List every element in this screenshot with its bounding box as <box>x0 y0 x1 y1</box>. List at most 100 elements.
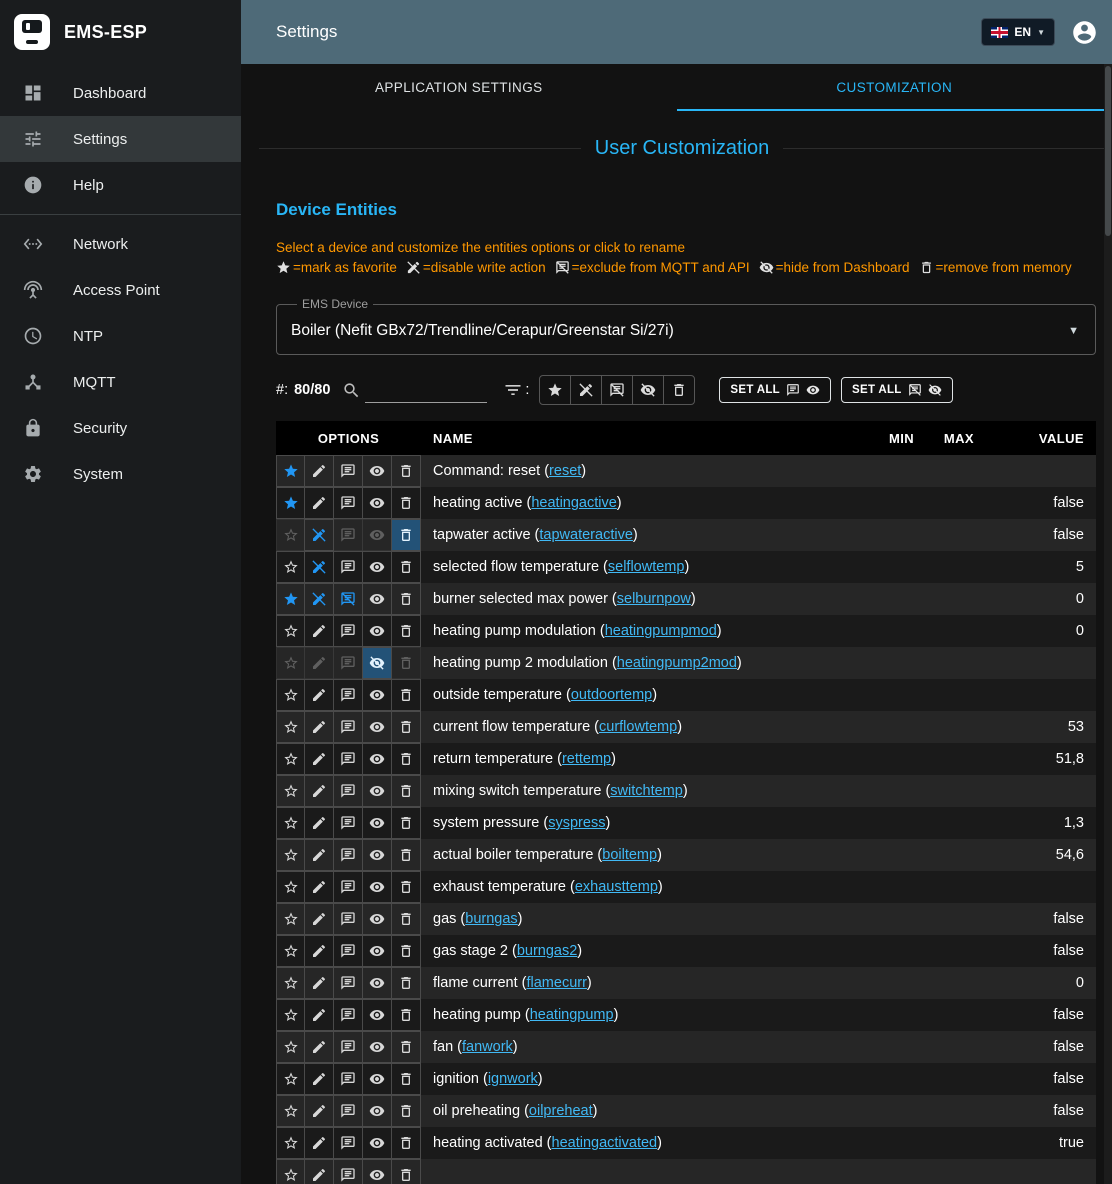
remove-toggle[interactable] <box>391 1031 421 1063</box>
favorite-toggle[interactable] <box>276 807 305 839</box>
mqtt-exclude-toggle[interactable] <box>333 807 363 839</box>
hide-toggle[interactable] <box>362 1063 392 1095</box>
entity-tag-link[interactable]: ignwork <box>488 1071 538 1087</box>
write-disable-toggle[interactable] <box>304 615 334 647</box>
favorite-toggle[interactable] <box>276 519 305 551</box>
hide-toggle[interactable] <box>362 903 392 935</box>
hide-toggle[interactable] <box>362 967 392 999</box>
sidebar-item-ntp[interactable]: NTP <box>0 313 241 359</box>
remove-toggle[interactable] <box>391 679 421 711</box>
entity-tag-link[interactable]: tapwateractive <box>539 527 633 543</box>
entity-name[interactable]: selected flow temperature (selflowtemp) <box>421 551 854 583</box>
entity-name[interactable]: gas (burngas) <box>421 903 854 935</box>
entity-name[interactable]: burner selected max power (selburnpow) <box>421 583 854 615</box>
sidebar-item-security[interactable]: Security <box>0 405 241 451</box>
remove-toggle[interactable] <box>391 551 421 583</box>
hide-toggle[interactable] <box>362 999 392 1031</box>
sidebar-item-dashboard[interactable]: Dashboard <box>0 70 241 116</box>
entity-name[interactable]: return temperature (rettemp) <box>421 743 854 775</box>
user-avatar-icon[interactable] <box>1071 19 1098 46</box>
sidebar-item-network[interactable]: Network <box>0 221 241 267</box>
entity-name[interactable]: current flow temperature (curflowtemp) <box>421 711 854 743</box>
entity-name[interactable]: outside temperature (outdoortemp) <box>421 679 854 711</box>
write-disable-toggle[interactable] <box>304 967 334 999</box>
entity-tag-link[interactable]: heatingactive <box>531 495 616 511</box>
remove-toggle[interactable] <box>391 615 421 647</box>
hide-toggle[interactable] <box>362 1031 392 1063</box>
favorite-toggle[interactable] <box>276 455 305 487</box>
mqtt-exclude-toggle[interactable] <box>333 615 363 647</box>
favorite-toggle[interactable] <box>276 679 305 711</box>
write-disable-toggle[interactable] <box>304 647 334 679</box>
entity-name[interactable]: tapwater active (tapwateractive) <box>421 519 854 551</box>
mqtt-exclude-toggle[interactable] <box>333 583 363 615</box>
hide-toggle[interactable] <box>362 583 392 615</box>
mqtt-exclude-toggle[interactable] <box>333 679 363 711</box>
favorite-toggle[interactable] <box>276 1031 305 1063</box>
entity-tag-link[interactable]: exhausttemp <box>575 879 658 895</box>
mqtt-exclude-toggle[interactable] <box>333 1095 363 1127</box>
mqtt-exclude-toggle[interactable] <box>333 839 363 871</box>
write-disable-toggle[interactable] <box>304 1095 334 1127</box>
write-disable-toggle[interactable] <box>304 871 334 903</box>
hide-toggle[interactable] <box>362 551 392 583</box>
set-all-button-2[interactable]: SET ALL <box>841 377 953 403</box>
mqtt-exclude-toggle[interactable] <box>333 967 363 999</box>
mqtt-exclude-toggle[interactable] <box>333 903 363 935</box>
write-disable-toggle[interactable] <box>304 551 334 583</box>
sidebar-item-help[interactable]: Help <box>0 162 241 208</box>
entity-tag-link[interactable]: heatingpumpmod <box>605 623 717 639</box>
remove-toggle[interactable] <box>391 1095 421 1127</box>
mqtt-exclude-toggle[interactable] <box>333 519 363 551</box>
write-disable-toggle[interactable] <box>304 487 334 519</box>
favorite-toggle[interactable] <box>276 1127 305 1159</box>
mqtt-exclude-toggle[interactable] <box>333 1127 363 1159</box>
filter-edit-off-button[interactable] <box>570 375 602 405</box>
favorite-toggle[interactable] <box>276 967 305 999</box>
mqtt-exclude-toggle[interactable] <box>333 871 363 903</box>
entity-tag-link[interactable]: heatingpump2mod <box>617 655 737 671</box>
remove-toggle[interactable] <box>391 871 421 903</box>
filter-star-button[interactable] <box>539 375 571 405</box>
language-selector[interactable]: EN ▼ <box>981 18 1055 46</box>
filter-eye-off-button[interactable] <box>632 375 664 405</box>
entity-tag-link[interactable]: switchtemp <box>610 783 683 799</box>
filter-icon[interactable] <box>503 380 523 400</box>
write-disable-toggle[interactable] <box>304 775 334 807</box>
favorite-toggle[interactable] <box>276 1063 305 1095</box>
mqtt-exclude-toggle[interactable] <box>333 551 363 583</box>
favorite-toggle[interactable] <box>276 871 305 903</box>
entity-name[interactable]: flame current (flamecurr) <box>421 967 854 999</box>
remove-toggle[interactable] <box>391 903 421 935</box>
entity-tag-link[interactable]: flamecurr <box>526 975 586 991</box>
entity-tag-link[interactable]: syspress <box>548 815 605 831</box>
mqtt-exclude-toggle[interactable] <box>333 1031 363 1063</box>
entity-name[interactable]: Command: reset (reset) <box>421 455 854 487</box>
favorite-toggle[interactable] <box>276 1159 305 1184</box>
entity-name[interactable]: heating active (heatingactive) <box>421 487 854 519</box>
entity-tag-link[interactable]: rettemp <box>562 751 611 767</box>
favorite-toggle[interactable] <box>276 615 305 647</box>
favorite-toggle[interactable] <box>276 903 305 935</box>
remove-toggle[interactable] <box>391 807 421 839</box>
entity-name[interactable]: fan (fanwork) <box>421 1031 854 1063</box>
hide-toggle[interactable] <box>362 1159 392 1184</box>
remove-toggle[interactable] <box>391 839 421 871</box>
favorite-toggle[interactable] <box>276 487 305 519</box>
mqtt-exclude-toggle[interactable] <box>333 455 363 487</box>
entity-tag-link[interactable]: boiltemp <box>602 847 657 863</box>
remove-toggle[interactable] <box>391 967 421 999</box>
hide-toggle[interactable] <box>362 871 392 903</box>
remove-toggle[interactable] <box>391 743 421 775</box>
entity-tag-link[interactable]: burngas <box>465 911 517 927</box>
entity-tag-link[interactable]: curflowtemp <box>599 719 677 735</box>
favorite-toggle[interactable] <box>276 1095 305 1127</box>
tab-customization[interactable]: CUSTOMIZATION <box>677 64 1112 111</box>
entity-name[interactable]: actual boiler temperature (boiltemp) <box>421 839 854 871</box>
write-disable-toggle[interactable] <box>304 839 334 871</box>
hide-toggle[interactable] <box>362 1095 392 1127</box>
entity-tag-link[interactable]: reset <box>549 463 581 479</box>
hide-toggle[interactable] <box>362 647 392 679</box>
favorite-toggle[interactable] <box>276 743 305 775</box>
entity-name[interactable]: system pressure (syspress) <box>421 807 854 839</box>
